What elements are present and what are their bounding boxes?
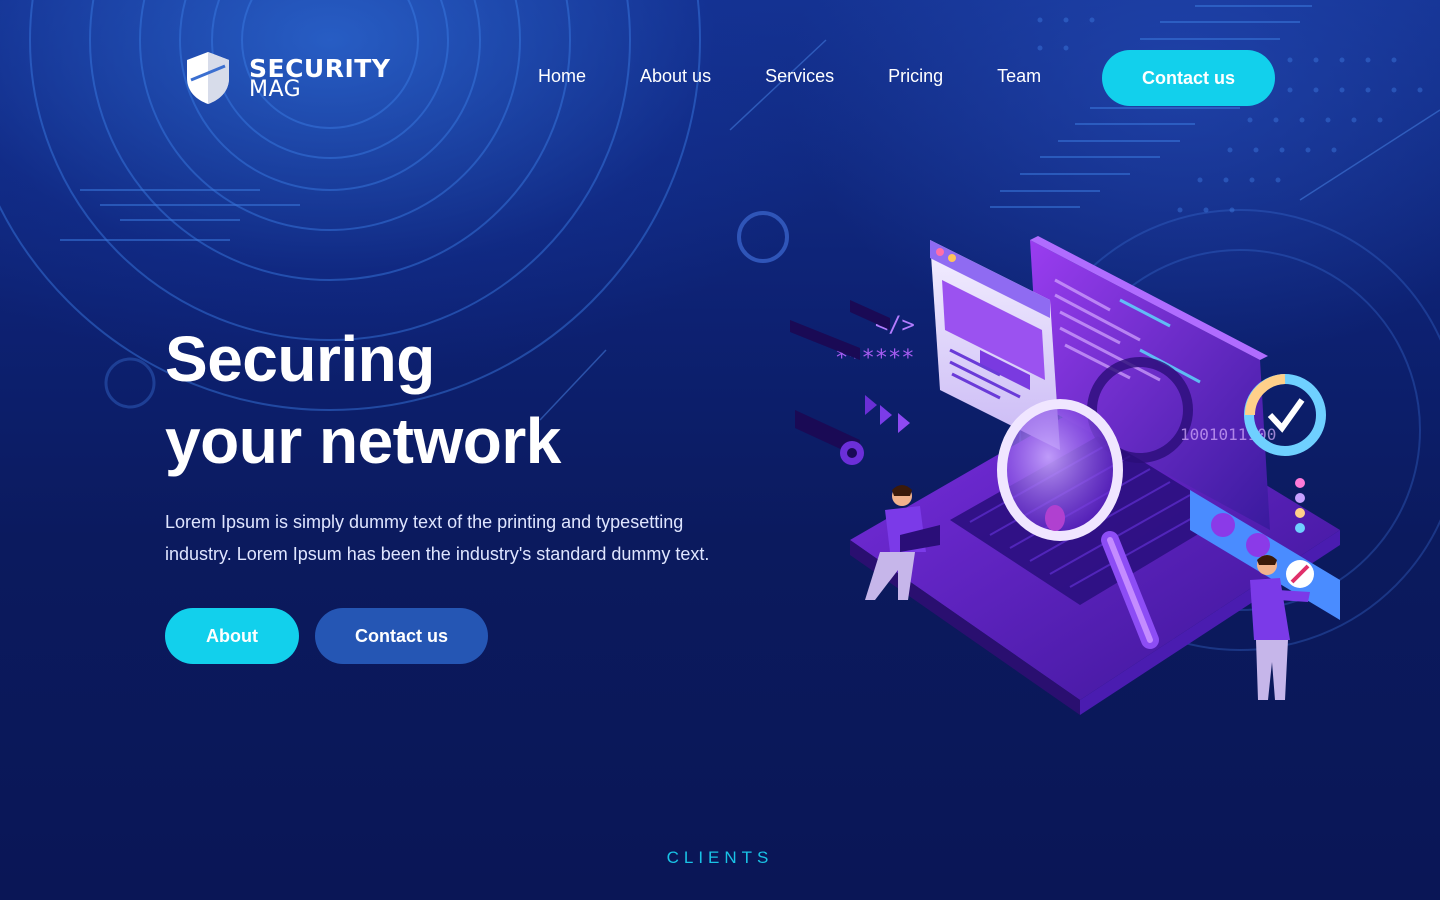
hero-description: Lorem Ipsum is simply dummy text of the … [165,512,710,564]
hero-contact-button[interactable]: Contact us [315,608,488,664]
about-button[interactable]: About [165,608,299,664]
main-navigation: Home About us Services Pricing Team [538,62,1095,90]
security-illustration: 1001011100 </> ****** [790,236,1340,715]
brand-logo[interactable]: SECURITY MAG [183,50,390,106]
nav-link-home[interactable]: Home [538,62,586,90]
clients-label: CLIENTS [666,848,774,867]
hero-title-line2: your network [165,405,561,477]
clients-section: CLIENTS [0,848,1440,890]
brand-name: SECURITY MAG [249,56,390,101]
gear-icon [840,441,864,465]
hero-section: Securing your network Lorem Ipsum is sim… [165,318,765,664]
nav-link-services[interactable]: Services [765,62,834,90]
hero-title: Securing your network [165,318,765,482]
nav-link-pricing[interactable]: Pricing [888,62,943,90]
header-contact-button[interactable]: Contact us [1102,50,1275,106]
shield-icon [187,52,229,104]
site-header: SECURITY MAG Home About us Services Pric… [0,0,1440,150]
hero-actions: About Contact us [165,608,765,664]
nav-link-about[interactable]: About us [640,62,711,90]
hero-title-line1: Securing [165,323,435,395]
nav-link-team[interactable]: Team [997,62,1041,90]
